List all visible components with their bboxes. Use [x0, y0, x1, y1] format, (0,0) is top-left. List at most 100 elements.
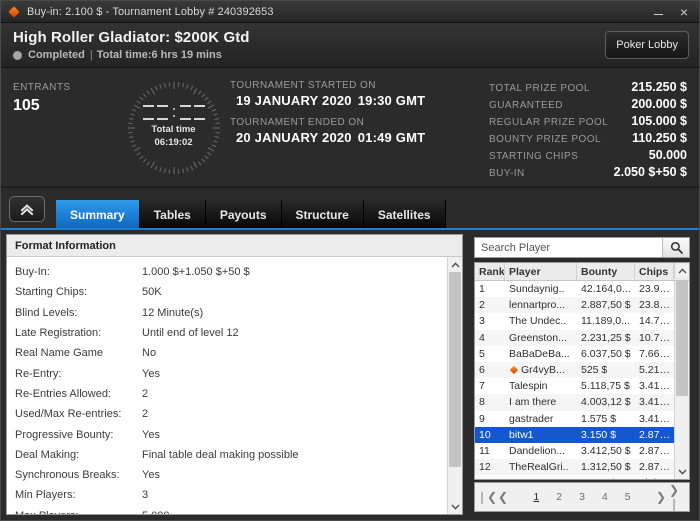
cell-chips: 23.919,07 $ — [639, 283, 674, 296]
players-scroll-thumb[interactable] — [676, 281, 688, 397]
cell-rank: 8 — [479, 396, 485, 409]
cell-rank: 7 — [479, 380, 485, 393]
players-pagination: ❘❮ ❮ 1 2 3 4 5 ❯ ❯❘ — [474, 482, 690, 512]
scroll-down-arrow-icon[interactable] — [448, 499, 462, 514]
cell-chips: 14.712,96 $ — [639, 315, 674, 328]
pagination-prev-button[interactable]: ❮ — [495, 490, 511, 504]
total-time-clock: Total time 06:19:02 — [126, 80, 222, 176]
format-information-scrollbar[interactable] — [447, 257, 462, 514]
format-info-key: Used/Max Re-entries: — [15, 408, 122, 421]
cell-bounty: 5.118,75 $ — [581, 380, 630, 393]
pagination-page-1[interactable]: 1 — [533, 491, 539, 503]
entrants-label: ENTRANTS — [13, 82, 71, 93]
column-header-bounty[interactable]: Bounty — [577, 263, 635, 280]
cell-player: I am there — [505, 396, 577, 408]
table-row[interactable]: 8 I am there 4.003,12 $ 3.412,50 $ — [475, 394, 674, 411]
scroll-track[interactable] — [448, 272, 462, 499]
tournament-lobby-window: Buy-in: 2.100 $ - Tournament Lobby # 240… — [0, 0, 700, 521]
cell-rank: 11 — [479, 444, 490, 457]
format-information-title: Format Information — [7, 235, 462, 257]
column-header-player[interactable]: Player — [505, 263, 577, 280]
player-name: Sundaynig.. — [509, 283, 565, 296]
player-name: The Undec.. — [509, 315, 567, 328]
ended-on-time: 01:49 GMT — [357, 130, 426, 145]
table-row[interactable]: 4 Greenston... 2.231,25 $ 10.728,20 $ — [475, 329, 674, 346]
table-row[interactable]: 13 Jacquees 1.050 $Finished — [475, 475, 674, 479]
players-scrollbar[interactable] — [674, 281, 689, 479]
table-row[interactable]: 2 lennartpro... 2.887,50 $ 23.898,06 $ — [475, 297, 674, 314]
cell-player: Gr4vyB... — [505, 364, 577, 376]
table-row[interactable]: 9 gastrader 1.575 $ 3.412,50 $ — [475, 411, 674, 427]
pagination-next-button[interactable]: ❯ — [653, 490, 669, 504]
clock-segment-display-icon — [142, 105, 205, 121]
status-separator: | — [89, 49, 93, 61]
tab-structure[interactable]: Structure — [281, 200, 364, 230]
tab-payouts[interactable]: Payouts — [205, 200, 282, 230]
tab-summary[interactable]: Summary — [56, 200, 140, 230]
players-scroll-up-arrow-icon[interactable] — [674, 263, 689, 278]
format-info-row: Min Players: 3 — [7, 485, 447, 505]
pagination-page-2[interactable]: 2 — [556, 491, 562, 503]
players-scroll-down-arrow-icon[interactable] — [675, 464, 689, 479]
format-info-row: Buy-In: 1.000 $+1.050 $+50 $ — [7, 262, 447, 282]
pagination-page-5[interactable]: 5 — [625, 491, 631, 503]
tournament-stats-strip: ENTRANTS 105 Total time 06:19:02 TOURNAM… — [1, 68, 699, 188]
players-scroll-track[interactable] — [675, 281, 689, 464]
table-row[interactable]: 1 Sundaynig.. 42.164,0... 23.919,07 $ — [475, 281, 674, 297]
player-name: Greenston... — [509, 331, 567, 344]
minimize-button[interactable] — [645, 2, 671, 22]
pagination-first-button[interactable]: ❘❮ — [477, 490, 497, 504]
cell-bounty: 1.312,50 $ — [581, 461, 631, 474]
search-button[interactable] — [662, 238, 689, 257]
prize-label: REGULAR PRIZE POOL — [489, 117, 609, 128]
cell-chips: 2.876,79 $ — [639, 444, 674, 457]
scroll-thumb[interactable] — [449, 272, 461, 468]
format-info-key: Late Registration: — [15, 327, 102, 340]
prize-value: 200.000 $ — [631, 97, 687, 111]
player-name: TheRealGri.. — [509, 461, 569, 474]
close-button[interactable]: × — [671, 2, 697, 22]
table-row[interactable]: 5 BaBaDeBa... 6.037,50 $ 7.663 $ — [475, 346, 674, 362]
prize-label: GUARANTEED — [489, 100, 563, 111]
table-row[interactable]: 11 Dandelion... 3.412,50 $ 2.876,79 $ — [475, 443, 674, 459]
pagination-page-3[interactable]: 3 — [579, 491, 585, 503]
header-text-group: High Roller Gladiator: $200K Gtd Complet… — [13, 29, 605, 61]
cell-player: gastrader — [505, 413, 577, 425]
players-grid-header: Rank Player Bounty Chips — [475, 263, 689, 281]
prize-label: BOUNTY PRIZE POOL — [489, 134, 601, 145]
player-search-box[interactable] — [474, 237, 690, 258]
started-on-value: 19 JANUARY 2020 19:30 GMT — [230, 93, 471, 108]
format-info-value: Yes — [142, 367, 160, 380]
search-input[interactable] — [475, 238, 662, 257]
table-row[interactable]: 10 bitw1 3.150 $ 2.876,79 $ — [475, 426, 674, 443]
pagination-last-button[interactable]: ❯❘ — [669, 483, 685, 511]
pagination-page-4[interactable]: 4 — [602, 491, 608, 503]
clock-value: 06:19:02 — [154, 137, 193, 148]
cell-player: Dandelion... — [505, 445, 577, 457]
cell-rank: 6 — [479, 364, 485, 377]
format-info-key: Re-Entries Allowed: — [15, 387, 111, 400]
started-on-time: 19:30 GMT — [357, 93, 426, 108]
column-header-rank[interactable]: Rank — [475, 263, 505, 280]
cell-rank: 1 — [479, 283, 485, 296]
clock-caption: Total time — [151, 124, 196, 136]
poker-lobby-button[interactable]: Poker Lobby — [605, 31, 689, 59]
scroll-up-arrow-icon[interactable] — [448, 257, 462, 272]
table-row[interactable]: 3 The Undec.. 11.189,0... 14.712,96 $ — [475, 313, 674, 329]
table-row[interactable]: 12 TheRealGri.. 1.312,50 $ 2.876,79 $ — [475, 459, 674, 476]
table-row[interactable]: 6 Gr4vyB... 525 $ 5.210,84 $ — [475, 361, 674, 379]
column-header-chips[interactable]: Chips — [635, 263, 674, 280]
collapse-panel-button[interactable] — [9, 196, 45, 222]
prize-row: GUARANTEED 200.000 $ — [489, 97, 687, 111]
format-info-key: Min Players: — [15, 489, 76, 502]
table-row[interactable]: 7 Talespin 5.118,75 $ 3.412,50 $ — [475, 378, 674, 394]
tab-tables[interactable]: Tables — [139, 200, 206, 230]
prize-row: TOTAL PRIZE POOL 215.250 $ — [489, 80, 687, 94]
tab-satellites[interactable]: Satellites — [363, 200, 446, 230]
prize-row: BUY-IN 2.050 $+50 $ — [489, 165, 687, 179]
prize-row: REGULAR PRIZE POOL 105.000 $ — [489, 114, 687, 128]
pagination-page-numbers: 1 2 3 4 5 — [511, 491, 653, 503]
prize-value: 50.000 — [648, 148, 687, 162]
players-panel: Rank Player Bounty Chips 1 Sundaynig.. 4 2.… — [468, 234, 694, 515]
format-info-row: Re-Entries Allowed: 2 — [7, 384, 447, 404]
